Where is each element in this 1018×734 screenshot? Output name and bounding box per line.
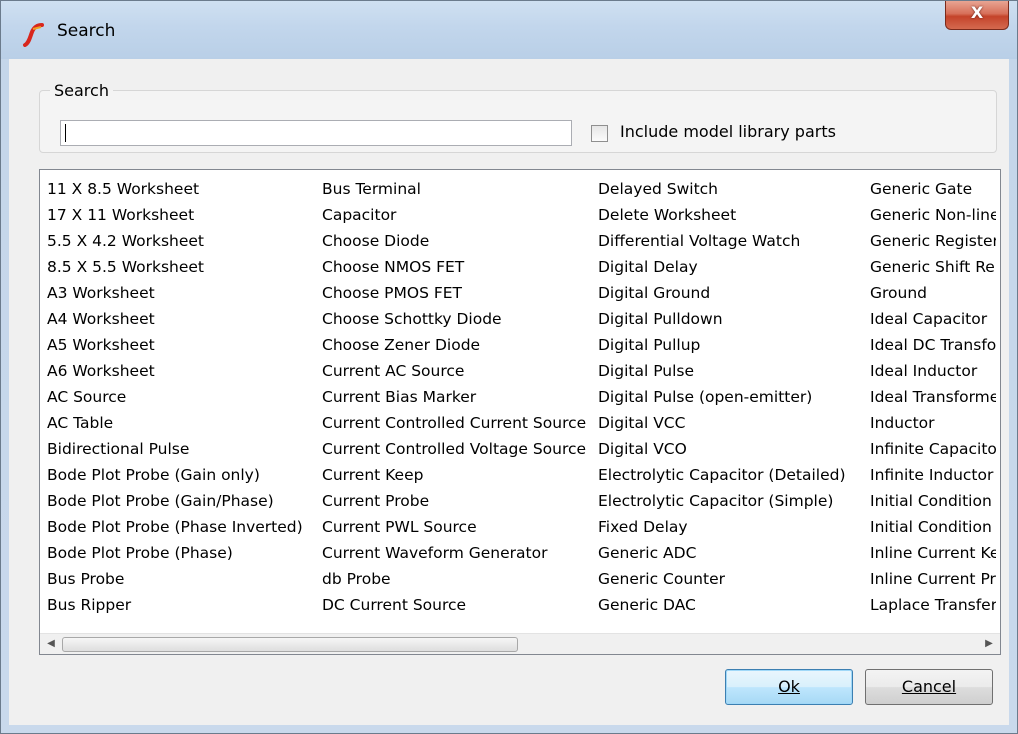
list-item[interactable]: Infinite Inductor (870, 462, 996, 488)
dialog-body: Search Include model library parts 11 X … (9, 59, 1009, 725)
list-item[interactable]: Bode Plot Probe (Phase) (47, 540, 315, 566)
list-item[interactable]: Digital Pulse (open-emitter) (598, 384, 864, 410)
list-item[interactable]: AC Source (47, 384, 315, 410)
list-item[interactable]: DC Current Source (322, 592, 592, 618)
cancel-button[interactable]: Cancel (865, 669, 993, 705)
simetrix-app-icon (23, 23, 44, 47)
list-item[interactable]: 17 X 11 Worksheet (47, 202, 315, 228)
list-item[interactable]: A5 Worksheet (47, 332, 315, 358)
list-item[interactable]: A6 Worksheet (47, 358, 315, 384)
list-item[interactable]: Ideal Inductor (870, 358, 996, 384)
list-item[interactable]: AC Table (47, 410, 315, 436)
list-item[interactable]: Digital VCC (598, 410, 864, 436)
text-caret (65, 124, 66, 142)
list-item[interactable]: Bus Terminal (322, 176, 592, 202)
list-item[interactable]: Delayed Switch (598, 176, 864, 202)
list-item[interactable]: Ideal DC Transfo (870, 332, 996, 358)
window-border-bottom (1, 725, 1017, 733)
list-item[interactable]: Current Probe (322, 488, 592, 514)
list-item[interactable]: Inline Current Ke (870, 540, 996, 566)
list-item[interactable]: Generic Counter (598, 566, 864, 592)
list-item[interactable]: Choose Zener Diode (322, 332, 592, 358)
list-item[interactable]: Generic Register (870, 228, 996, 254)
list-item[interactable]: Choose PMOS FET (322, 280, 592, 306)
list-item[interactable]: Inductor (870, 410, 996, 436)
window-border-right (1009, 59, 1017, 725)
list-item[interactable]: Bus Ripper (47, 592, 315, 618)
scroll-right-icon[interactable]: ▶ (980, 634, 998, 654)
list-item[interactable]: Generic Non-line (870, 202, 996, 228)
list-item[interactable]: Fixed Delay (598, 514, 864, 540)
list-item[interactable]: Electrolytic Capacitor (Simple) (598, 488, 864, 514)
search-groupbox: Search Include model library parts (39, 81, 997, 153)
title-bar[interactable]: Search X (1, 1, 1017, 59)
list-item[interactable]: Current AC Source (322, 358, 592, 384)
results-column-1: 11 X 8.5 Worksheet 17 X 11 Worksheet 5.5 X… (47, 176, 315, 618)
list-item[interactable]: Current Waveform Generator (322, 540, 592, 566)
list-item[interactable]: Bus Probe (47, 566, 315, 592)
list-item[interactable]: A4 Worksheet (47, 306, 315, 332)
ok-button-label: Ok (778, 677, 800, 696)
list-item[interactable]: Capacitor (322, 202, 592, 228)
results-column-4: Generic Gate Generic Non-line Generic Regi… (870, 176, 996, 618)
list-item[interactable]: Inline Current Pro (870, 566, 996, 592)
list-item[interactable]: Bode Plot Probe (Phase Inverted) (47, 514, 315, 540)
search-dialog: Search X Search Include model library pa… (0, 0, 1018, 734)
list-item[interactable]: 11 X 8.5 Worksheet (47, 176, 315, 202)
list-item[interactable]: db Probe (322, 566, 592, 592)
close-icon: X (970, 3, 984, 22)
list-item[interactable]: Bidirectional Pulse (47, 436, 315, 462)
cancel-button-label: Cancel (901, 677, 957, 696)
list-item[interactable]: Generic ADC (598, 540, 864, 566)
list-item[interactable]: Current Controlled Current Source (322, 410, 592, 436)
search-input[interactable] (60, 120, 572, 146)
results-column-2: Bus Terminal Capacitor Choose Diode Choose … (322, 176, 592, 618)
list-item[interactable]: Digital Delay (598, 254, 864, 280)
list-item[interactable]: Bode Plot Probe (Gain/Phase) (47, 488, 315, 514)
list-item[interactable]: Generic Shift Re (870, 254, 996, 280)
list-item[interactable]: Ideal Transforme (870, 384, 996, 410)
results-listbox[interactable]: 11 X 8.5 Worksheet 17 X 11 Worksheet 5.5 X… (39, 169, 1001, 655)
list-item[interactable]: Choose Diode (322, 228, 592, 254)
list-item[interactable]: Digital Ground (598, 280, 864, 306)
list-item[interactable]: Generic DAC (598, 592, 864, 618)
list-item[interactable]: Ideal Capacitor (870, 306, 996, 332)
list-item[interactable]: Ground (870, 280, 996, 306)
list-item[interactable]: Infinite Capacitor (870, 436, 996, 462)
results-column-3: Delayed Switch Delete Worksheet Differenti… (598, 176, 864, 618)
list-item[interactable]: Initial Condition (870, 488, 996, 514)
search-group-label: Search (54, 81, 109, 100)
list-item[interactable]: Bode Plot Probe (Gain only) (47, 462, 315, 488)
list-item[interactable]: A3 Worksheet (47, 280, 315, 306)
list-item[interactable]: Current Bias Marker (322, 384, 592, 410)
scroll-left-icon[interactable]: ◀ (42, 634, 60, 654)
list-item[interactable]: Current Keep (322, 462, 592, 488)
horizontal-scrollbar[interactable]: ◀ ▶ (40, 633, 1000, 654)
list-item[interactable]: Choose Schottky Diode (322, 306, 592, 332)
list-item[interactable]: Laplace Transfer (870, 592, 996, 618)
list-item[interactable]: Current Controlled Voltage Source (322, 436, 592, 462)
include-model-library-checkbox[interactable] (591, 125, 608, 142)
list-item[interactable]: 5.5 X 4.2 Worksheet (47, 228, 315, 254)
list-item[interactable]: Delete Worksheet (598, 202, 864, 228)
list-item[interactable]: 8.5 X 5.5 Worksheet (47, 254, 315, 280)
list-item[interactable]: Choose NMOS FET (322, 254, 592, 280)
list-item[interactable]: Differential Voltage Watch (598, 228, 864, 254)
list-item[interactable]: Electrolytic Capacitor (Detailed) (598, 462, 864, 488)
list-item[interactable]: Generic Gate (870, 176, 996, 202)
window-title: Search (57, 21, 116, 41)
list-item[interactable]: Digital Pullup (598, 332, 864, 358)
list-item[interactable]: Digital Pulldown (598, 306, 864, 332)
ok-button[interactable]: Ok (725, 669, 853, 705)
include-model-library-label[interactable]: Include model library parts (620, 122, 836, 141)
list-item[interactable]: Digital VCO (598, 436, 864, 462)
list-item[interactable]: Digital Pulse (598, 358, 864, 384)
window-border-left (1, 59, 9, 725)
list-item[interactable]: Current PWL Source (322, 514, 592, 540)
scrollbar-thumb[interactable] (62, 637, 518, 652)
list-item[interactable]: Initial Condition - (870, 514, 996, 540)
close-button[interactable]: X (945, 1, 1009, 30)
